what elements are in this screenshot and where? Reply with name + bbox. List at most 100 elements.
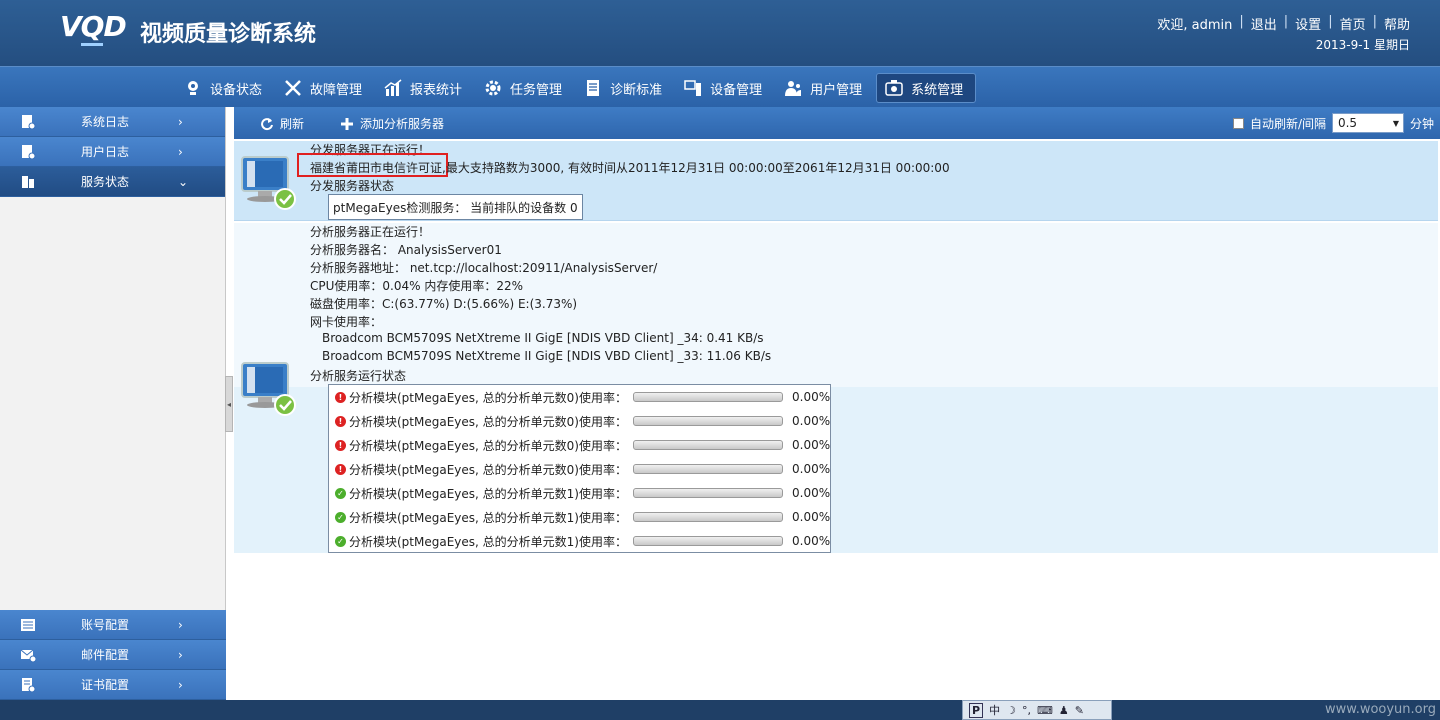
status-ok-icon: ✓ [335,535,346,547]
app-logo: VQD [60,10,127,46]
auto-refresh-label: 自动刷新/间隔 [1249,116,1326,131]
license-details: ,最大支持路数为3000, 有效时间从2011年12月31日 00:00:00至… [442,161,950,175]
nav-diagnosis-standard[interactable]: 诊断标准 [576,73,674,103]
sidebar-item-service-status[interactable]: 服务状态 ⌄ [0,167,225,197]
chevron-right-icon: › [178,617,183,632]
nav-task-management[interactable]: 任务管理 [476,73,574,103]
sidebar: 系统日志 › 用户日志 › 服务状态 ⌄ 账号配置 › 邮件配置 › 证书配置 … [0,107,226,700]
user-icon: ♟ [1058,703,1069,717]
module-label: 分析模块(ptMegaEyes, 总的分析单元数1)使用率： [349,534,627,549]
disk-usage: 磁盘使用率：C:(63.77%) D:(5.66%) E:(3.73%) [310,297,578,311]
date-display: 2013-9-1 星期日 [1315,38,1410,52]
analysis-server-address: 分析服务器地址： net.tcp://localhost:20911/Analy… [310,261,658,275]
system-icon [885,79,903,97]
module-usage-percent: 0.00% [792,510,831,524]
module-usage-progress-bar [633,512,783,522]
server-ok-icon [241,156,296,210]
document-icon [584,79,602,97]
refresh-icon [261,117,273,130]
status-bar [0,700,1440,720]
chevron-down-icon: ⌄ [178,174,189,189]
status-ok-icon: ✓ [335,511,346,523]
module-usage-progress-bar [633,464,783,474]
nav-device-status[interactable]: 设备状态 [176,73,274,103]
welcome-text: 欢迎, admin [1157,18,1233,33]
chevron-right-icon: › [178,677,183,692]
module-usage-progress-bar [633,416,783,426]
log-icon [22,115,36,130]
ime-mode: 中 [989,704,1001,717]
auto-refresh-checkbox[interactable] [1232,117,1244,129]
dispatch-status-title: 分发服务器状态 [310,179,395,193]
server-ok-icon [241,362,296,416]
status-error-icon: ! [335,463,346,475]
nav-system-management[interactable]: 系统管理 [876,73,977,103]
watermark: www.wooyun.org [1324,702,1436,717]
interval-select[interactable]: 0.5 ▼ [1331,113,1404,133]
camera-icon [184,79,202,97]
license-name: 福建省莆田市电信许可证 [310,161,443,175]
analysis-server-name: 分析服务器名： AnalysisServer01 [310,243,502,257]
module-usage-percent: 0.00% [792,414,831,428]
sidebar-item-system-log[interactable]: 系统日志 › [0,107,225,137]
module-label: 分析模块(ptMegaEyes, 总的分析单元数1)使用率： [349,486,627,501]
dispatch-service-box: ptMegaEyes检测服务： 当前排队的设备数 0 [328,194,583,220]
module-usage-progress-bar [633,392,783,402]
add-analysis-server-button[interactable]: 添加分析服务器 [340,115,444,132]
punctuation-icon: °, [1021,703,1031,717]
analysis-module-row: ✓ 分析模块(ptMegaEyes, 总的分析单元数1)使用率： 0.00% [335,508,830,526]
logout-link[interactable]: 退出 [1251,14,1277,33]
interval-unit-label: 分钟 [1409,116,1434,131]
analysis-module-row: ! 分析模块(ptMegaEyes, 总的分析单元数0)使用率： 0.00% [335,436,830,454]
main-nav: 设备状态 故障管理 报表统计 任务管理 诊断标准 设备管理 用户管理 系统管理 [0,66,1440,107]
analysis-module-row: ✓ 分析模块(ptMegaEyes, 总的分析单元数1)使用率： 0.00% [335,484,830,502]
ime-toolbar[interactable]: P 中 ☽ °, ⌨ ♟ ✎ [962,700,1112,720]
analysis-module-row: ! 分析模块(ptMegaEyes, 总的分析单元数0)使用率： 0.00% [335,388,830,406]
home-link[interactable]: 首页 [1340,14,1366,33]
chevron-right-icon: › [178,114,183,129]
dropdown-arrow-icon: ▼ [1392,118,1399,128]
settings-link[interactable]: 设置 [1295,14,1321,33]
dispatch-server-row: 分发服务器正在运行！ 福建省莆田市电信许可证,最大支持路数为3000, 有效时间… [234,141,1438,221]
app-title: 视频质量诊断系统 [140,22,317,47]
module-label: 分析模块(ptMegaEyes, 总的分析单元数0)使用率： [349,438,627,453]
module-label: 分析模块(ptMegaEyes, 总的分析单元数0)使用率： [349,462,627,477]
nav-report-statistics[interactable]: 报表统计 [376,73,474,103]
analysis-module-row: ! 分析模块(ptMegaEyes, 总的分析单元数0)使用率： 0.00% [335,460,830,478]
help-link[interactable]: 帮助 [1384,14,1410,33]
ime-logo-icon: P [969,702,984,718]
nav-fault-management[interactable]: 故障管理 [276,73,374,103]
sidebar-item-cert-config[interactable]: 证书配置 › [0,670,226,700]
chevron-right-icon: › [178,647,183,662]
sidebar-item-account-config[interactable]: 账号配置 › [0,610,226,640]
sidebar-collapse-handle[interactable]: ◂ [225,376,233,432]
status-error-icon: ! [335,439,346,451]
status-error-icon: ! [335,415,346,427]
device-icon [684,79,702,97]
nic-usage-item: Broadcom BCM5709S NetXtreme II GigE [NDI… [322,331,764,345]
module-usage-progress-bar [633,488,783,498]
nav-user-management[interactable]: 用户管理 [776,73,874,103]
wrench-icon: ✎ [1074,703,1084,717]
users-icon [784,79,802,97]
tools-icon [284,79,302,97]
status-ok-icon: ✓ [335,487,346,499]
moon-icon: ☽ [1006,703,1016,717]
module-usage-progress-bar [633,440,783,450]
analysis-modules-box: ! 分析模块(ptMegaEyes, 总的分析单元数0)使用率： 0.00%! 分析模… [328,384,831,553]
nic-usage-item: Broadcom BCM5709S NetXtreme II GigE [NDI… [322,349,772,363]
module-label: 分析模块(ptMegaEyes, 总的分析单元数0)使用率： [349,390,627,405]
cpu-memory-usage: CPU使用率：0.04% 内存使用率：22% [310,279,524,293]
sidebar-item-mail-config[interactable]: 邮件配置 › [0,640,226,670]
plus-icon [341,117,353,130]
sidebar-item-user-log[interactable]: 用户日志 › [0,137,225,167]
module-usage-percent: 0.00% [792,534,831,548]
top-links: 欢迎, admin | 退出 | 设置 | 首页 | 帮助 [1157,14,1410,33]
module-usage-percent: 0.00% [792,438,831,452]
mail-icon [20,649,36,663]
nav-device-management[interactable]: 设备管理 [676,73,774,103]
user-log-icon [22,145,36,160]
chevron-right-icon: › [178,144,183,159]
analysis-module-row: ! 分析模块(ptMegaEyes, 总的分析单元数0)使用率： 0.00% [335,412,830,430]
refresh-button[interactable]: 刷新 [260,115,304,132]
